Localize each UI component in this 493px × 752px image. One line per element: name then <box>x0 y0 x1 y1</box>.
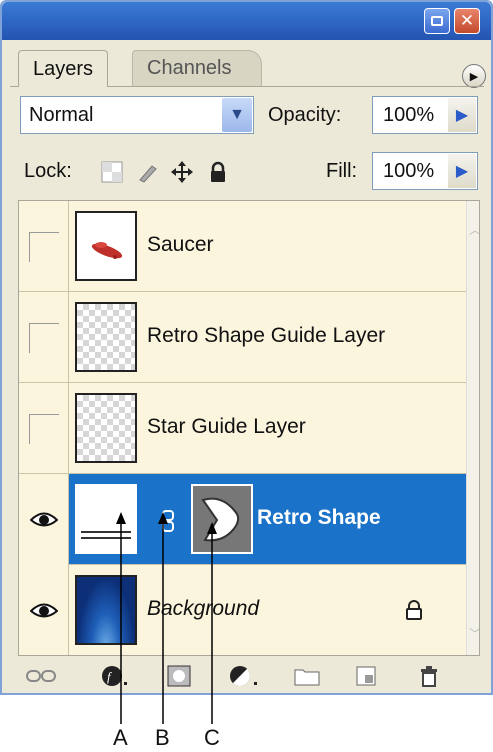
callout-arrow-c <box>207 522 217 534</box>
callout-arrow-a <box>116 512 126 524</box>
callout-c: C <box>204 725 220 750</box>
callout-a: A <box>113 725 128 750</box>
callout-arrow-b <box>158 512 168 524</box>
callout-lines <box>116 512 217 724</box>
tab-layers[interactable]: Layers <box>18 50 109 87</box>
callout-b: B <box>155 725 170 750</box>
callout-labels: A B C <box>0 695 493 752</box>
